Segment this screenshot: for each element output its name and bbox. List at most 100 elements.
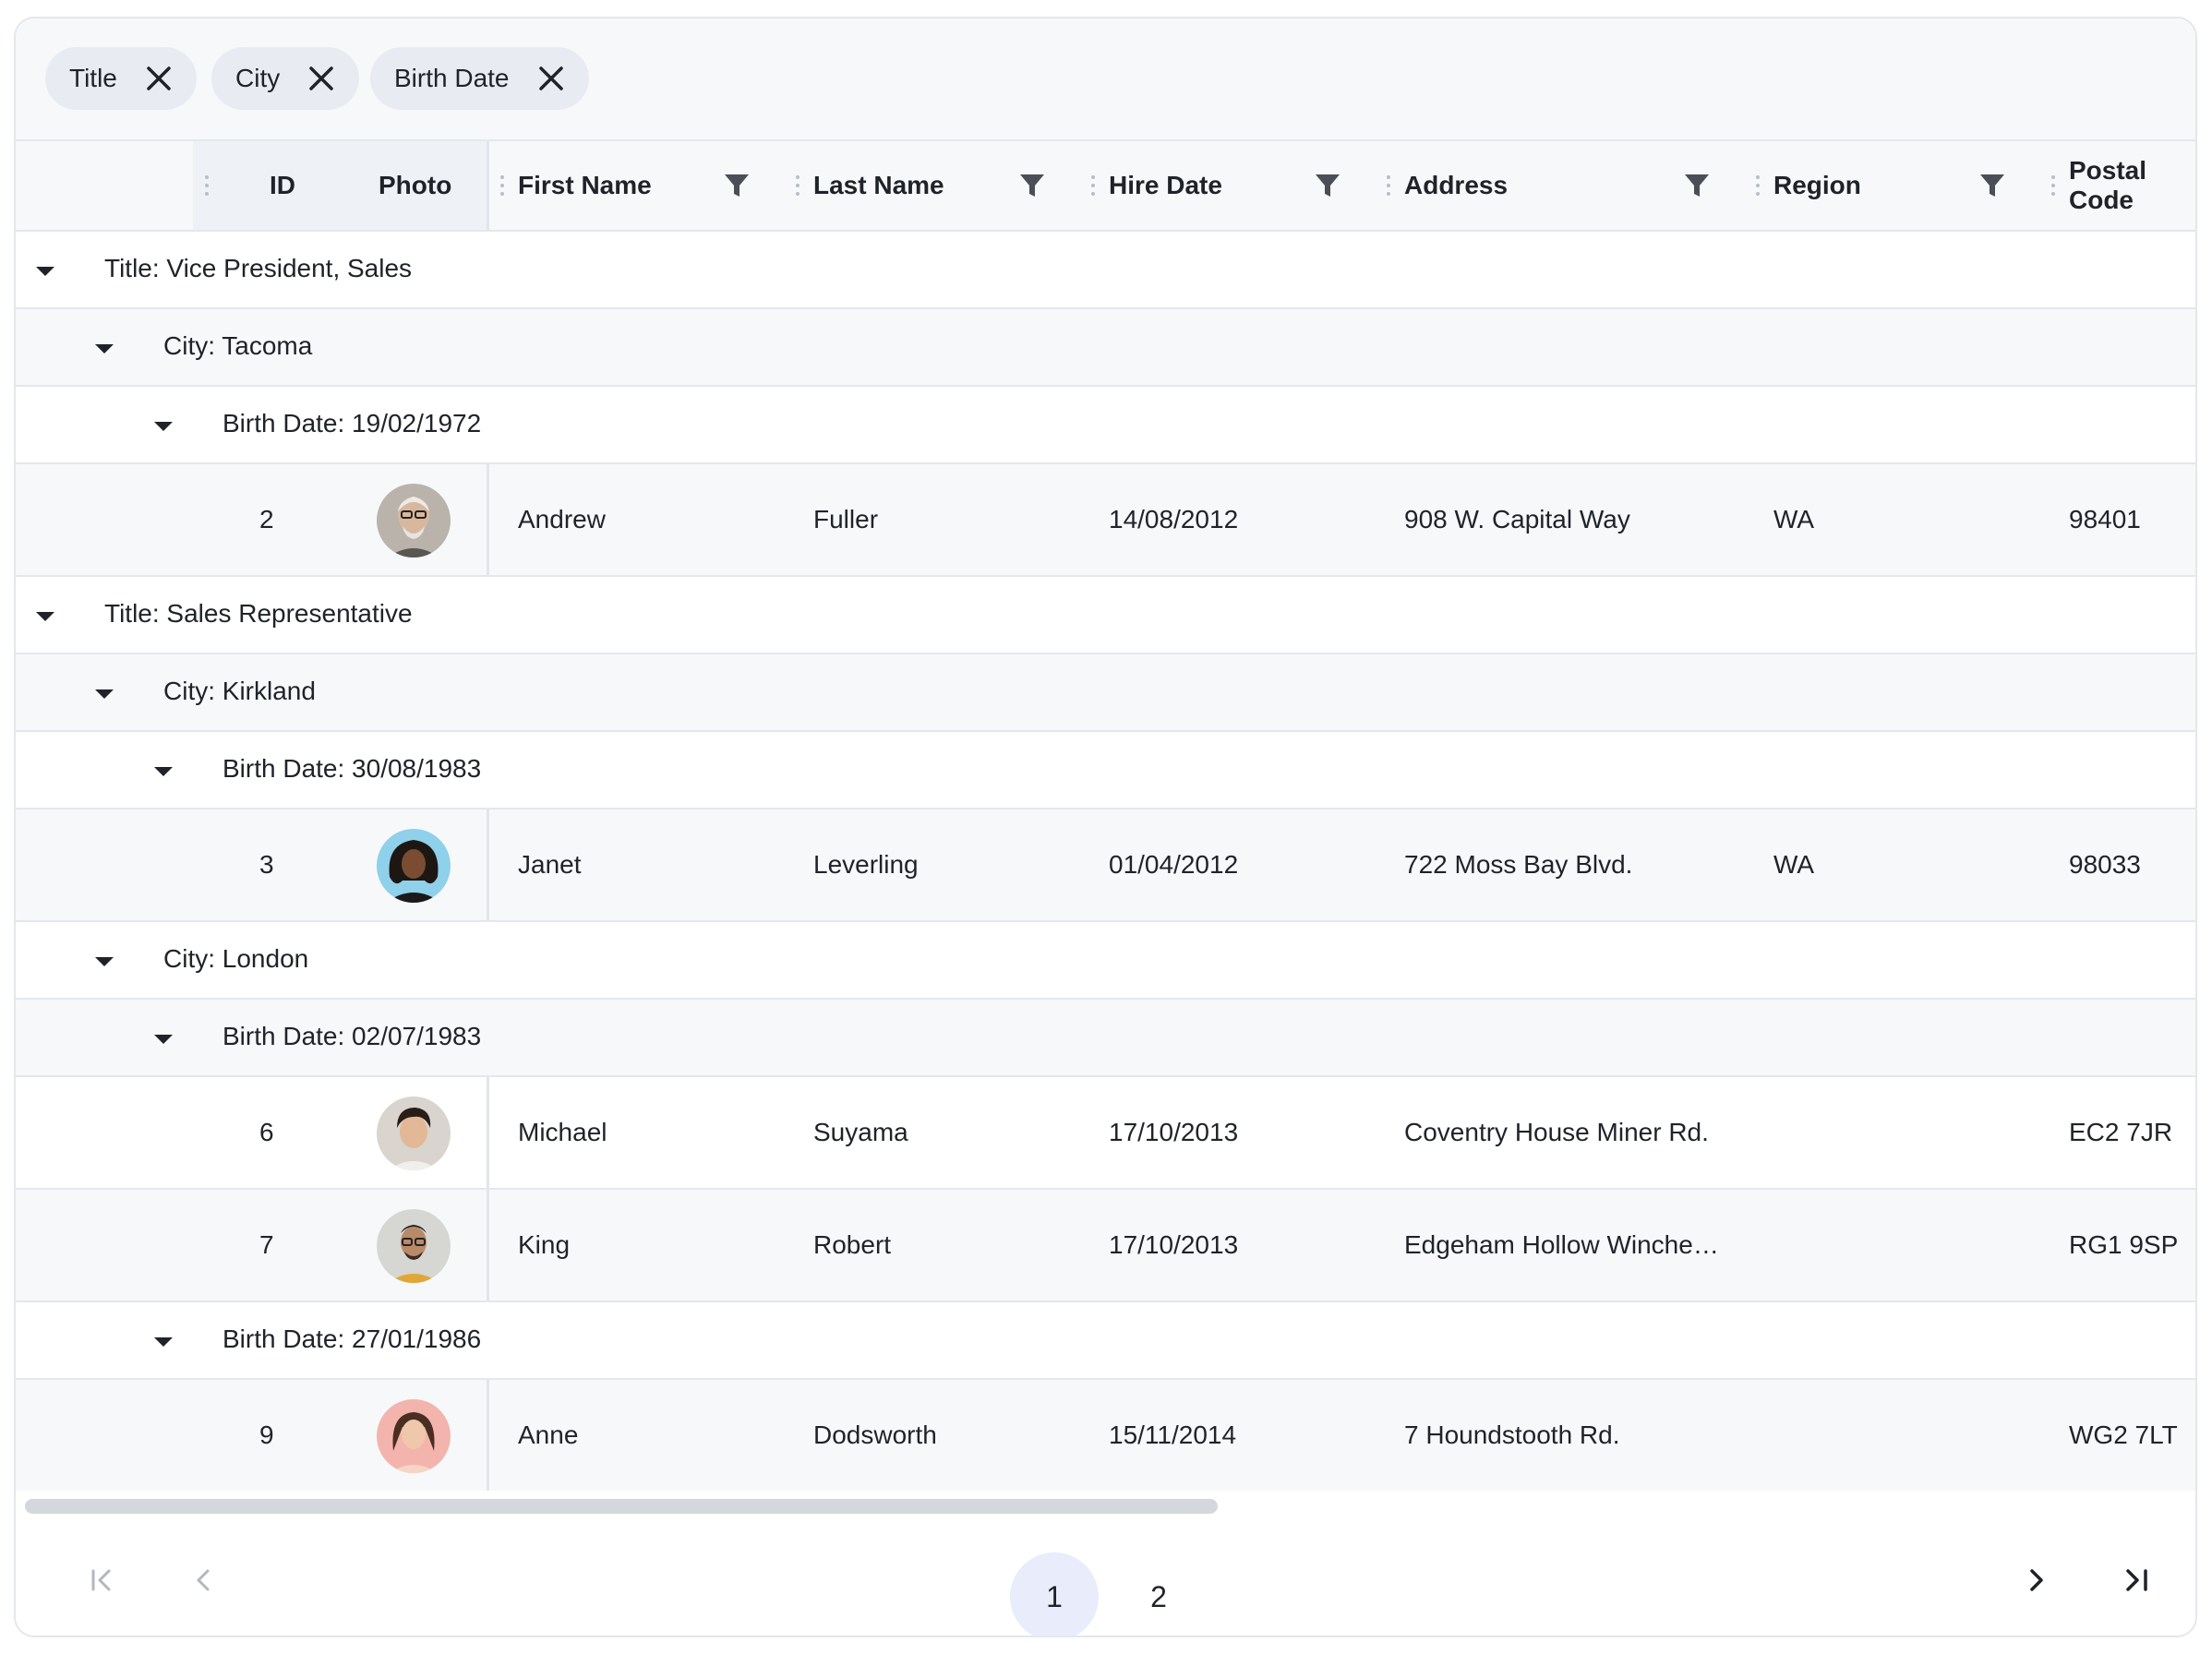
table-row[interactable]: 7 King Robert 17/10/2013 Edgeham Hollow … [16, 1190, 2195, 1302]
caret-down-icon[interactable] [95, 957, 114, 966]
column-header-id[interactable]: ID [270, 141, 295, 230]
filter-icon[interactable] [1978, 172, 2006, 199]
cell-postal-code: EC2 7JR [2069, 1118, 2173, 1146]
cell-id: 2 [259, 505, 274, 533]
cell-postal-code: 98401 [2069, 505, 2141, 533]
column-header-postal-code[interactable]: Postal Code [2069, 141, 2195, 230]
cell-hire-date: 17/10/2013 [1109, 1118, 1239, 1146]
column-header-last-name[interactable]: Last Name [813, 141, 944, 230]
filter-icon[interactable] [1683, 172, 1711, 199]
column-header-first-name[interactable]: First Name [518, 141, 652, 230]
pinned-divider [487, 1077, 489, 1188]
column-drag-handle[interactable] [1091, 175, 1095, 196]
group-label: Title: Vice President, Sales [104, 254, 413, 282]
caret-down-icon[interactable] [154, 1035, 173, 1044]
cell-address: Edgeham Hollow Winche… [1404, 1230, 1719, 1259]
group-row[interactable]: Title: Vice President, Sales [16, 232, 2195, 309]
cell-postal-code: RG1 9SP [2069, 1230, 2179, 1259]
group-row[interactable]: City: London [16, 922, 2195, 1000]
group-by-panel: Title City Birth Date [16, 18, 2195, 141]
next-page-button[interactable] [2008, 1552, 2063, 1608]
cell-address: 7 Houndstooth Rd. [1404, 1420, 1620, 1449]
column-header-hire-date[interactable]: Hire Date [1109, 141, 1222, 230]
cell-first-name: Michael [518, 1118, 607, 1146]
column-header-address[interactable]: Address [1404, 141, 1508, 230]
scrollbar-thumb[interactable] [25, 1499, 1218, 1514]
page-button-1[interactable]: 1 [1010, 1552, 1099, 1636]
pinned-divider [487, 1190, 489, 1300]
first-page-button[interactable] [74, 1552, 129, 1608]
group-chip-title[interactable]: Title [45, 47, 197, 110]
group-label: Birth Date: 30/08/1983 [222, 754, 482, 783]
column-header-row: ID Photo First Name Last Name Hire Date … [16, 141, 2195, 232]
cell-last-name: Leverling [813, 850, 919, 879]
cell-last-name: Fuller [813, 505, 879, 533]
close-icon[interactable] [145, 65, 173, 92]
group-chip-birth-date[interactable]: Birth Date [370, 47, 589, 110]
caret-down-icon[interactable] [154, 422, 173, 431]
group-chip-label: Birth Date [394, 64, 510, 92]
column-drag-handle[interactable] [796, 175, 799, 196]
caret-down-icon[interactable] [154, 767, 173, 776]
data-grid: Title City Birth Date ID Photo First Nam… [14, 17, 2197, 1637]
group-chip-label: City [235, 64, 281, 92]
horizontal-scrollbar[interactable] [16, 1491, 2195, 1518]
avatar [377, 1399, 451, 1473]
cell-hire-date: 15/11/2014 [1109, 1420, 1237, 1449]
close-icon[interactable] [537, 65, 565, 92]
page-button-2[interactable]: 2 [1114, 1552, 1203, 1636]
cell-id: 9 [259, 1420, 274, 1449]
close-icon[interactable] [307, 65, 335, 92]
cell-address: 722 Moss Bay Blvd. [1404, 850, 1633, 879]
last-page-button[interactable] [2110, 1552, 2165, 1608]
column-drag-handle[interactable] [205, 175, 209, 196]
table-row[interactable]: 2 Andrew Fuller 14/08/2012 908 W. Capita… [16, 464, 2195, 577]
cell-last-name: Suyama [813, 1118, 908, 1146]
group-label: City: Kirkland [163, 677, 316, 705]
previous-page-button[interactable] [176, 1552, 232, 1608]
column-drag-handle[interactable] [1387, 175, 1390, 196]
filter-icon[interactable] [723, 172, 751, 199]
column-drag-handle[interactable] [1756, 175, 1760, 196]
cell-first-name: Anne [518, 1420, 579, 1449]
cell-first-name: Andrew [518, 505, 606, 533]
group-label: Title: Sales Representative [104, 599, 413, 628]
group-row[interactable]: Title: Sales Representative [16, 577, 2195, 654]
group-label: Birth Date: 27/01/1986 [222, 1324, 482, 1353]
column-drag-handle[interactable] [2051, 175, 2055, 196]
cell-first-name: Janet [518, 850, 582, 879]
cell-id: 6 [259, 1118, 274, 1146]
group-row[interactable]: Birth Date: 30/08/1983 [16, 732, 2195, 809]
avatar [377, 829, 451, 903]
filter-icon[interactable] [1018, 172, 1046, 199]
chevron-left-icon [197, 1569, 210, 1591]
cell-address: 908 W. Capital Way [1404, 505, 1630, 533]
cell-address: Coventry House Miner Rd. [1404, 1118, 1709, 1146]
cell-last-name: Dodsworth [813, 1420, 937, 1449]
filter-icon[interactable] [1314, 172, 1341, 199]
caret-down-icon[interactable] [36, 612, 54, 621]
table-row[interactable]: 3 Janet Leverling 01/04/2012 722 Moss Ba… [16, 809, 2195, 922]
group-row[interactable]: City: Kirkland [16, 654, 2195, 732]
group-row[interactable]: Birth Date: 02/07/1983 [16, 1000, 2195, 1077]
group-chip-city[interactable]: City [211, 47, 360, 110]
group-chip-label: Title [69, 64, 117, 92]
table-row[interactable]: 9 Anne Dodsworth 15/11/2014 7 Houndstoot… [16, 1380, 2195, 1492]
cell-region: WA [1773, 505, 1815, 533]
column-header-region[interactable]: Region [1773, 141, 1861, 230]
caret-down-icon[interactable] [95, 344, 114, 354]
group-row[interactable]: Birth Date: 19/02/1972 [16, 387, 2195, 464]
column-drag-handle[interactable] [500, 175, 504, 196]
table-row[interactable]: 6 Michael Suyama 17/10/2013 Coventry Hou… [16, 1077, 2195, 1190]
pager: 1 2 [16, 1518, 2195, 1636]
column-header-photo[interactable]: Photo [379, 141, 451, 230]
group-row[interactable]: City: Tacoma [16, 309, 2195, 387]
caret-down-icon[interactable] [95, 689, 114, 699]
caret-down-icon[interactable] [36, 267, 54, 276]
pinned-divider [487, 464, 489, 575]
caret-down-icon[interactable] [154, 1337, 173, 1347]
last-page-icon [2126, 1569, 2147, 1591]
group-row[interactable]: Birth Date: 27/01/1986 [16, 1302, 2195, 1380]
group-label: City: London [163, 944, 309, 973]
cell-postal-code: WG2 7LT [2069, 1420, 2178, 1449]
